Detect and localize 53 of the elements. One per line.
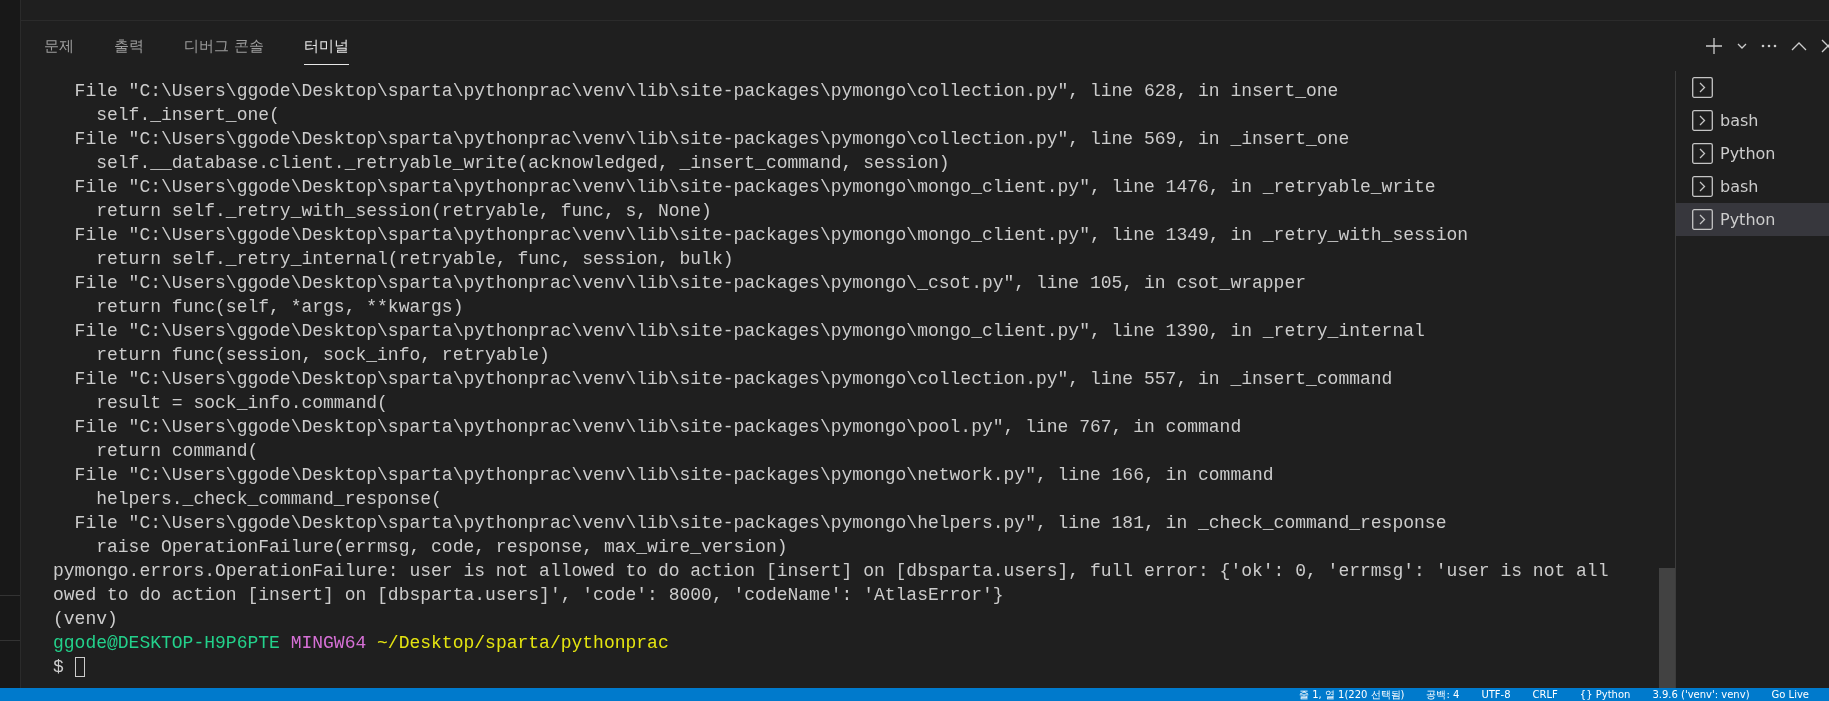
terminal-line: self._insert_one( bbox=[95, 104, 280, 127]
prompt-sign: $ bbox=[53, 656, 64, 679]
more-icon[interactable] bbox=[1761, 44, 1777, 48]
terminal-line: raise OperationFailure(errmsg, code, response, max_wire_version) bbox=[95, 536, 788, 559]
terminal-list-item[interactable]: bash bbox=[1676, 170, 1829, 203]
terminal-list-item[interactable]: bash bbox=[1676, 104, 1829, 137]
terminal-line: File "C:\Users\ggode\Desktop\sparta\pythonprac\venv\lib\site-packages\pymongo\collection.py", line 557, in _insert_command bbox=[73, 368, 1393, 391]
terminal-line: return command( bbox=[95, 440, 259, 463]
chevron-down-icon[interactable] bbox=[1737, 43, 1747, 49]
terminal-line: owed to do action [insert] on [dbsparta.users]', 'code': 8000, 'codeName': 'AtlasError'} bbox=[53, 584, 1004, 607]
terminal-line: File "C:\Users\ggode\Desktop\sparta\pythonprac\venv\lib\site-packages\pymongo\mongo_client.py", line 1390, in _retry_internal bbox=[73, 320, 1425, 343]
terminal-line: File "C:\Users\ggode\Desktop\sparta\pythonprac\venv\lib\site-packages\pymongo\network.py", line 166, in command bbox=[73, 464, 1274, 487]
terminal-list-item[interactable]: Python bbox=[1676, 137, 1829, 170]
terminal-line: File "C:\Users\ggode\Desktop\sparta\pythonprac\venv\lib\site-packages\pymongo\helpers.py", line 181, in _check_command_response bbox=[73, 512, 1447, 535]
status-item[interactable]: Go Live bbox=[1771, 688, 1809, 701]
terminal-line: pymongo.errors.OperationFailure: user is not allowed to do action [insert] on [dbsparta.users], full error: {'ok': 0, 'errmsg': 'user is not all bbox=[53, 560, 1609, 583]
terminal-line: result = sock_info.command( bbox=[95, 392, 388, 415]
terminal-line: (venv) bbox=[53, 608, 118, 631]
terminal-line: return self._retry_with_session(retryable, func, s, None) bbox=[95, 200, 712, 223]
plus-icon[interactable] bbox=[1705, 37, 1723, 55]
terminal-icon bbox=[1692, 110, 1713, 131]
terminal-icon bbox=[1692, 209, 1713, 230]
terminal-line: File "C:\Users\ggode\Desktop\sparta\pythonprac\venv\lib\site-packages\pymongo\collection.py", line 569, in _insert_one bbox=[73, 128, 1350, 151]
panel-tab[interactable]: 출력 bbox=[114, 27, 144, 65]
status-item[interactable]: CRLF bbox=[1532, 688, 1558, 701]
panel-tab[interactable]: 문제 bbox=[44, 27, 74, 65]
terminal-icon bbox=[1692, 143, 1713, 164]
terminal-line: self.__database.client._retryable_write(acknowledged, _insert_command, session) bbox=[95, 152, 950, 175]
status-item[interactable]: 줄 1, 열 1(220 선택됨) bbox=[1298, 688, 1405, 701]
status-item[interactable]: 공백: 4 bbox=[1426, 688, 1460, 701]
prompt-system: MINGW64 bbox=[290, 632, 367, 655]
prompt-path: ~/Desktop/sparta/pythonprac bbox=[377, 632, 669, 655]
status-item[interactable]: 3.9.6 ('venv': venv) bbox=[1652, 688, 1750, 701]
text-cursor bbox=[74, 657, 85, 677]
prompt-user: ggode@DESKTOP-H9P6PTE bbox=[53, 632, 280, 655]
terminal-line: File "C:\Users\ggode\Desktop\sparta\pythonprac\venv\lib\site-packages\pymongo\_csot.py", line 105, in csot_wrapper bbox=[73, 272, 1306, 295]
terminal-line: File "C:\Users\ggode\Desktop\sparta\pythonprac\venv\lib\site-packages\pymongo\pool.py", line 767, in command bbox=[73, 416, 1242, 439]
terminal-line: return self._retry_internal(retryable, func, session, bulk) bbox=[95, 248, 734, 271]
terminal-line: return func(session, sock_info, retryable) bbox=[95, 344, 550, 367]
terminal-list-item[interactable]: Python bbox=[1676, 203, 1829, 236]
panel-tab[interactable]: 터미널 bbox=[303, 27, 349, 65]
terminal-line: helpers._check_command_response( bbox=[95, 488, 442, 511]
terminal-icon bbox=[1692, 176, 1713, 197]
status-item[interactable]: UTF-8 bbox=[1481, 688, 1511, 701]
chevron-up-icon[interactable] bbox=[1791, 41, 1807, 51]
terminal-line: File "C:\Users\ggode\Desktop\sparta\pythonprac\venv\lib\site-packages\pymongo\mongo_client.py", line 1349, in _retry_with_session bbox=[73, 224, 1469, 247]
scrollbar-thumb[interactable] bbox=[1659, 568, 1675, 688]
terminal-icon bbox=[1692, 77, 1713, 98]
terminal-line: File "C:\Users\ggode\Desktop\sparta\pythonprac\venv\lib\site-packages\pymongo\mongo_client.py", line 1476, in _retryable_write bbox=[73, 176, 1436, 199]
status-item[interactable]: {} Python bbox=[1579, 688, 1631, 701]
terminal-line: File "C:\Users\ggode\Desktop\sparta\pythonprac\venv\lib\site-packages\pymongo\collection.py", line 628, in insert_one bbox=[73, 80, 1339, 103]
terminal-line: return func(self, *args, **kwargs) bbox=[95, 296, 464, 319]
panel-tab[interactable]: 디버그 콘솔 bbox=[184, 27, 264, 65]
